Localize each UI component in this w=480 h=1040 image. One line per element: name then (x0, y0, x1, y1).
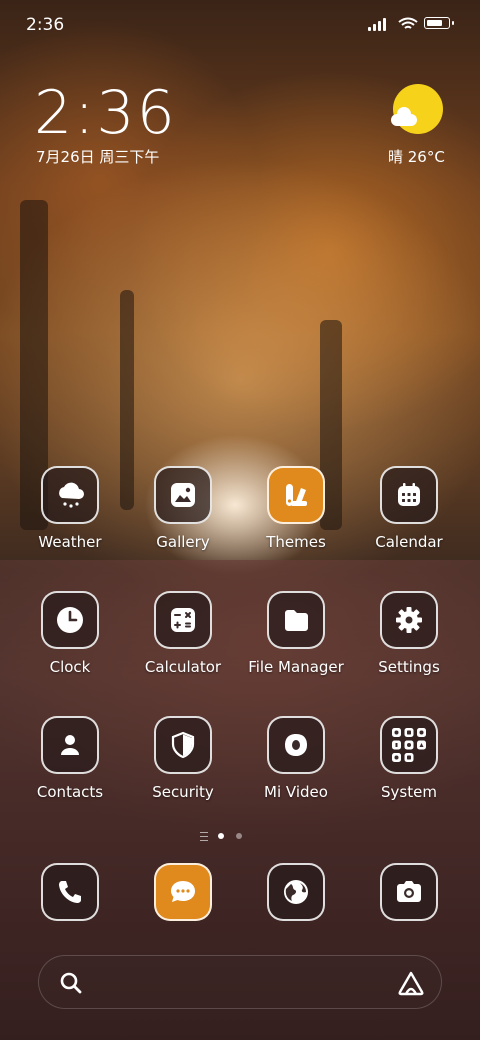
app-gallery[interactable]: Gallery (128, 466, 238, 551)
folder-icon (267, 591, 325, 649)
assistant-icon[interactable] (397, 970, 425, 996)
app-settings[interactable]: Settings (354, 591, 464, 676)
app-label: Settings (378, 658, 440, 676)
app-label: Weather (38, 533, 102, 551)
app-clock[interactable]: Clock (15, 591, 125, 676)
status-bar: 2:36 (0, 0, 480, 48)
app-label: Clock (49, 658, 91, 676)
image-icon (154, 466, 212, 524)
camera-icon (380, 863, 438, 921)
person-icon (41, 716, 99, 774)
gear-icon (380, 591, 438, 649)
app-label: Themes (266, 533, 326, 551)
app-label: File Manager (248, 658, 344, 676)
clock-widget-date[interactable]: 7月26日 周三下午 (36, 146, 159, 167)
app-mi-video[interactable]: Mi Video (241, 716, 351, 801)
page-indicator[interactable] (200, 830, 260, 842)
folder-system[interactable]: System (354, 716, 464, 801)
app-file-manager[interactable]: File Manager (241, 591, 351, 676)
dock-camera[interactable] (354, 863, 464, 921)
themes-icon (267, 466, 325, 524)
app-label: Gallery (156, 533, 210, 551)
app-label: Calculator (144, 658, 222, 676)
shield-icon (154, 716, 212, 774)
message-icon (154, 863, 212, 921)
app-contacts[interactable]: Contacts (15, 716, 125, 801)
app-label: Contacts (36, 783, 104, 801)
app-calendar[interactable]: Calendar (354, 466, 464, 551)
battery-icon (424, 17, 454, 29)
wifi-icon (398, 17, 418, 31)
cloud-rain-icon (41, 466, 99, 524)
app-themes[interactable]: Themes (241, 466, 351, 551)
signal-icon (368, 17, 392, 31)
app-label: System (381, 783, 437, 801)
dock-phone[interactable] (15, 863, 125, 921)
clock-widget-time[interactable]: 2:36 (34, 78, 177, 148)
calendar-icon (380, 466, 438, 524)
status-time: 2:36 (26, 15, 65, 35)
app-weather[interactable]: Weather (15, 466, 125, 551)
search-icon[interactable] (59, 971, 83, 995)
clock-icon (41, 591, 99, 649)
app-label: Calendar (375, 533, 443, 551)
dock-browser[interactable] (241, 863, 351, 921)
page-dot (218, 833, 224, 839)
page-dot (236, 833, 242, 839)
weather-text: 晴 26°C (388, 148, 445, 166)
cloud-icon (391, 107, 417, 126)
app-label: Security (152, 783, 214, 801)
menu-lines-icon (200, 832, 208, 841)
search-bar[interactable] (38, 955, 442, 1009)
folder-grid-icon (380, 716, 438, 774)
video-icon (267, 716, 325, 774)
dock-messaging[interactable] (128, 863, 238, 921)
app-label: Mi Video (264, 783, 328, 801)
calculator-icon (154, 591, 212, 649)
browser-globe-icon (267, 863, 325, 921)
app-security[interactable]: Security (128, 716, 238, 801)
app-calculator[interactable]: Calculator (128, 591, 238, 676)
phone-icon (41, 863, 99, 921)
